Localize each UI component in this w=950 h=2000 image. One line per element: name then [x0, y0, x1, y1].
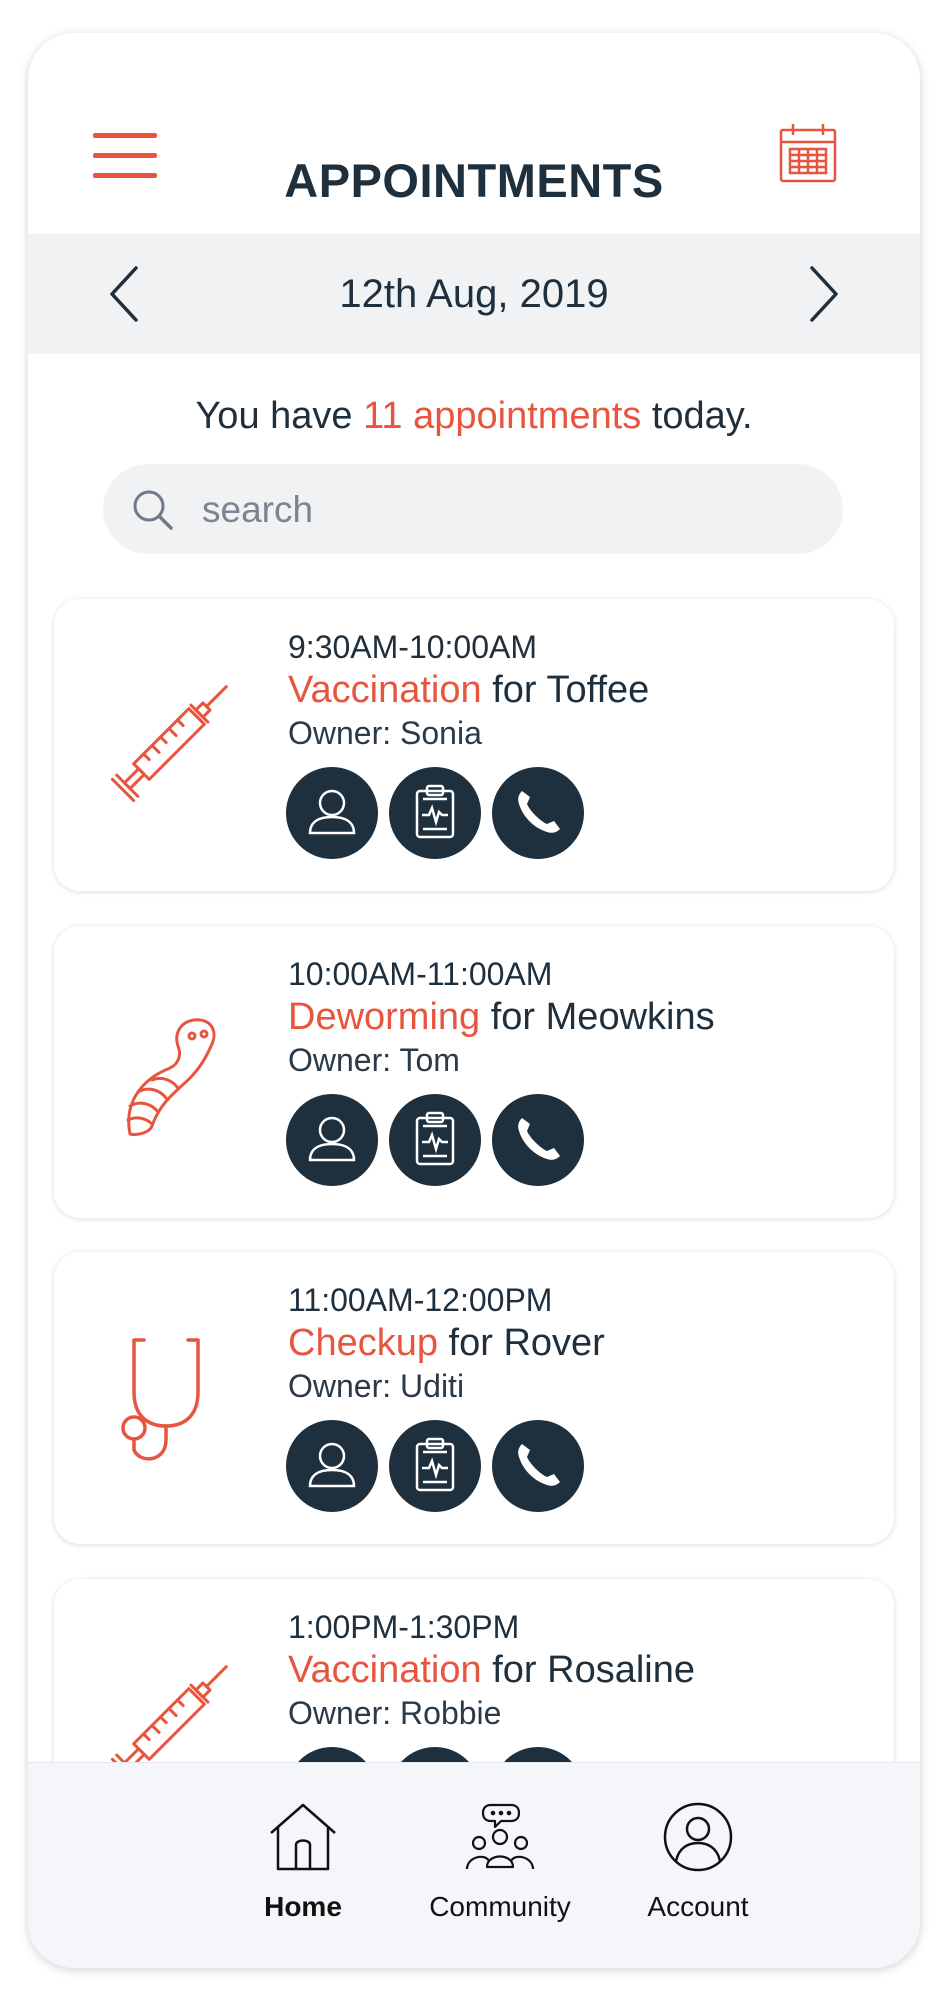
stethoscope-icon [121, 1338, 200, 1461]
syringe-icon [110, 685, 228, 803]
owner-name: Owner: Uditi [288, 1368, 465, 1404]
phone-icon [518, 1118, 560, 1160]
pet-name: Rover [503, 1322, 605, 1364]
phone-icon [518, 791, 560, 833]
summary-prefix: You have [195, 395, 353, 437]
account-icon [663, 1802, 733, 1872]
title-connector: for [492, 1649, 537, 1691]
tab-label: Home [264, 1891, 342, 1922]
current-date: 12th Aug, 2019 [339, 272, 609, 316]
clipboard-icon [415, 784, 455, 839]
appointment-card[interactable]: 11:00AM-12:00PM Checkup for Rover Owner:… [54, 1252, 894, 1544]
user-icon [308, 1116, 356, 1162]
owner-name: Owner: Sonia [288, 715, 482, 751]
service-type: Checkup [288, 1322, 438, 1364]
search-icon [133, 490, 173, 530]
appointment-time: 11:00AM-12:00PM [288, 1282, 553, 1318]
medical-record-button[interactable] [389, 1094, 481, 1186]
phone-screen: APPOINTMENTS 12th Aug, 2019 You have 11 … [28, 33, 920, 1968]
title-connector: for [492, 669, 537, 711]
clipboard-icon [415, 1437, 455, 1492]
appointment-summary: You have 11 appointments today. [28, 395, 920, 438]
service-type: Vaccination [288, 669, 482, 711]
next-day-button[interactable] [802, 264, 842, 324]
call-button[interactable] [492, 767, 584, 859]
appointment-count: 11 appointments [363, 395, 642, 437]
appointment-title: Vaccination for Rosaline [288, 1649, 695, 1692]
title-connector: for [490, 996, 536, 1038]
owner-name: Owner: Robbie [288, 1695, 502, 1731]
title-connector: for [448, 1322, 493, 1364]
medical-record-button[interactable] [389, 1420, 481, 1512]
pet-name: Rosaline [547, 1649, 695, 1691]
profile-button[interactable] [286, 1094, 378, 1186]
pet-name: Toffee [546, 669, 650, 711]
profile-button[interactable] [286, 767, 378, 859]
appointment-title: Checkup for Rover [288, 1322, 605, 1365]
home-icon [270, 1803, 336, 1871]
tab-label: Account [647, 1891, 749, 1922]
search-input[interactable] [200, 482, 804, 538]
calendar-button[interactable] [778, 121, 838, 185]
call-button[interactable] [492, 1094, 584, 1186]
appointment-time: 1:00PM-1:30PM [288, 1609, 520, 1645]
owner-name: Owner: Tom [288, 1042, 460, 1078]
tab-account[interactable]: Account [618, 1801, 778, 1941]
medical-record-button[interactable] [389, 767, 481, 859]
appointment-title: Deworming for Meowkins [288, 996, 715, 1039]
search-bar[interactable] [103, 464, 843, 554]
date-navigator: 12th Aug, 2019 [28, 234, 920, 354]
appointment-card[interactable]: 9:30AM-10:00AM Vaccination for Toffee Ow… [54, 599, 894, 891]
appointment-card[interactable]: 10:00AM-11:00AM Deworming for Meowkins O… [54, 926, 894, 1218]
calendar-icon [779, 124, 837, 183]
service-type: Deworming [288, 996, 481, 1038]
appointment-time: 10:00AM-11:00AM [288, 956, 553, 992]
tab-home[interactable]: Home [223, 1801, 383, 1941]
user-icon [308, 1442, 356, 1488]
profile-button[interactable] [286, 1420, 378, 1512]
chevron-right-icon [810, 266, 838, 322]
clipboard-icon [415, 1111, 455, 1166]
summary-suffix: today. [651, 395, 753, 437]
pet-name: Meowkins [545, 996, 715, 1038]
app-header: APPOINTMENTS [28, 33, 920, 233]
worm-icon [126, 1018, 216, 1136]
appointment-title: Vaccination for Toffee [288, 669, 649, 712]
user-icon [308, 789, 356, 835]
tab-community[interactable]: Community [420, 1801, 580, 1941]
menu-icon-line [93, 133, 157, 138]
phone-icon [518, 1444, 560, 1486]
appointment-time: 9:30AM-10:00AM [288, 629, 538, 665]
call-button[interactable] [492, 1420, 584, 1512]
community-icon [465, 1803, 535, 1870]
bottom-tab-bar: Home Community Account [28, 1762, 920, 1968]
service-type: Vaccination [288, 1649, 482, 1691]
tab-label: Community [429, 1891, 571, 1922]
